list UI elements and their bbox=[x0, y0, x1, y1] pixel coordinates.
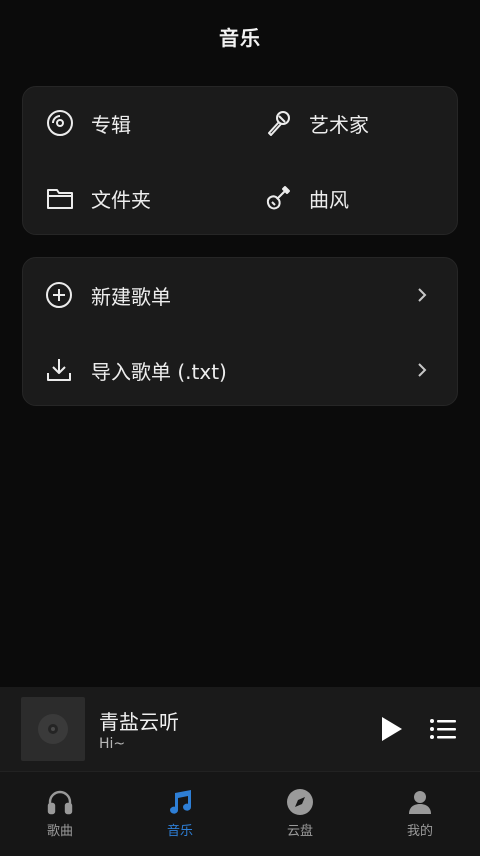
tab-songs[interactable]: 歌曲 bbox=[0, 772, 120, 856]
plus-circle-icon bbox=[43, 279, 75, 311]
chevron-right-icon bbox=[417, 361, 433, 379]
disc-icon bbox=[45, 108, 75, 138]
tab-cloud[interactable]: 云盘 bbox=[240, 772, 360, 856]
library-item-label: 曲风 bbox=[309, 187, 349, 212]
folder-icon bbox=[45, 183, 75, 213]
library-card: 专辑 艺术家 文件夹 曲风 bbox=[22, 86, 458, 235]
compass-icon bbox=[286, 788, 314, 816]
page-title: 音乐 bbox=[219, 26, 261, 50]
headphones-icon bbox=[46, 788, 74, 816]
tab-music[interactable]: 音乐 bbox=[120, 772, 240, 856]
import-playlist-label: 导入歌单 (.txt) bbox=[91, 359, 227, 384]
library-item-artists[interactable]: 艺术家 bbox=[263, 93, 369, 153]
tab-label: 云盘 bbox=[286, 824, 313, 839]
mini-player[interactable]: 青盐云听 Hi~ bbox=[0, 687, 480, 771]
import-playlist-row[interactable]: 导入歌单 (.txt) bbox=[23, 340, 457, 400]
playlist-button[interactable] bbox=[428, 714, 458, 744]
queue-list-icon bbox=[430, 719, 456, 739]
music-note-icon bbox=[166, 788, 194, 816]
play-icon bbox=[382, 717, 402, 741]
bottom-tab-bar: 歌曲 音乐 云盘 我的 bbox=[0, 771, 480, 856]
new-playlist-row[interactable]: 新建歌单 bbox=[23, 265, 457, 325]
library-item-label: 艺术家 bbox=[309, 112, 369, 137]
new-playlist-label: 新建歌单 bbox=[91, 284, 171, 309]
chevron-right-icon bbox=[417, 286, 433, 304]
tab-label: 音乐 bbox=[166, 824, 193, 839]
library-item-genres[interactable]: 曲风 bbox=[263, 168, 349, 228]
library-item-label: 文件夹 bbox=[91, 187, 151, 212]
tab-label: 歌曲 bbox=[46, 824, 73, 839]
library-item-label: 专辑 bbox=[91, 112, 131, 137]
tab-mine[interactable]: 我的 bbox=[360, 772, 480, 856]
library-item-folders[interactable]: 文件夹 bbox=[45, 168, 151, 228]
user-icon bbox=[406, 788, 434, 816]
microphone-icon bbox=[263, 108, 293, 138]
song-subtitle: Hi~ bbox=[99, 736, 126, 752]
library-item-albums[interactable]: 专辑 bbox=[45, 93, 131, 153]
tab-label: 我的 bbox=[406, 824, 433, 839]
song-title: 青盐云听 bbox=[99, 710, 179, 734]
playlist-actions-card: 新建歌单 导入歌单 (.txt) bbox=[22, 257, 458, 406]
download-icon bbox=[43, 354, 75, 386]
album-cover bbox=[21, 697, 85, 761]
guitar-icon bbox=[263, 183, 293, 213]
play-button[interactable] bbox=[376, 714, 406, 744]
vinyl-icon bbox=[38, 714, 68, 744]
